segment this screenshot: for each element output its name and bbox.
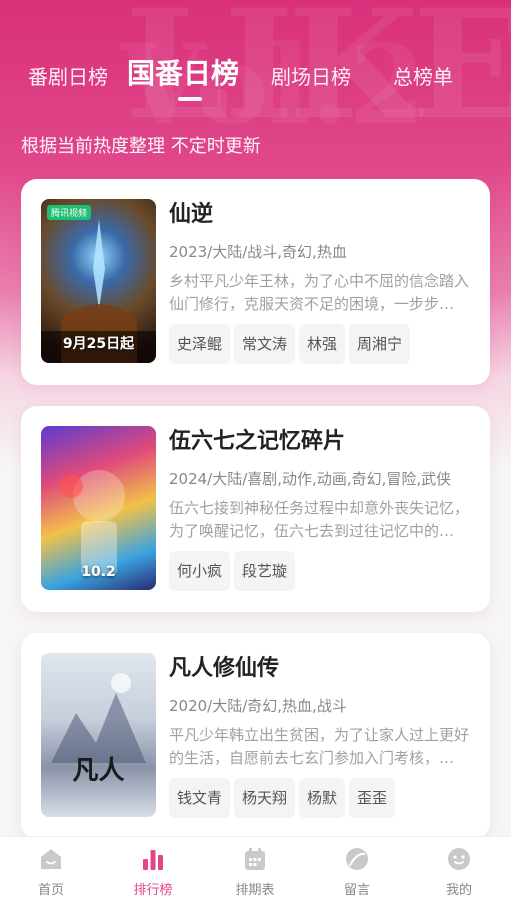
nav-label: 我的 (445, 883, 472, 898)
poster-badge: 腾讯视频 (47, 205, 92, 220)
cast-tag[interactable]: 钱文青 (169, 778, 231, 818)
anime-description: 伍六七接到神秘任务过程中却意外丧失记忆，为了唤醒记忆，伍六七去到过往记忆中的地方… (169, 499, 469, 540)
home-icon (41, 849, 61, 869)
nav-profile[interactable]: 我的 (419, 845, 499, 905)
poster-image: 腾讯视频 9月25日起 (41, 199, 156, 363)
anime-card[interactable]: 10.2 伍六七之记忆碎片 2024/大陆/喜剧,动作,动画,奇幻,冒险,武侠 … (21, 406, 490, 612)
nav-home[interactable]: 首页 (11, 845, 91, 905)
cast-tag[interactable]: 杨默 (299, 778, 346, 818)
tab-indicator (178, 97, 202, 101)
card-info: 仙逆 2023/大陆/战斗,奇幻,热血 乡村平凡少年王林，为了心中不屈的信念踏入… (169, 199, 469, 364)
cast-tag[interactable]: 常文涛 (234, 324, 296, 364)
ranking-icon (143, 850, 163, 870)
cast-tags: 史泽鲲 常文涛 林强 周湘宁 (169, 324, 469, 364)
calendar-icon (245, 848, 265, 870)
profile-icon (448, 848, 470, 870)
tab-theater-daily[interactable]: 剧场日榜 (271, 61, 351, 90)
anime-title[interactable]: 伍六七之记忆碎片 (169, 426, 469, 458)
cast-tag[interactable]: 林强 (299, 324, 346, 364)
bottom-navigation: 首页 排行榜 排期表 留言 我的 (0, 836, 511, 908)
anime-title[interactable]: 仙逆 (169, 199, 469, 231)
nav-label: 留言 (343, 883, 370, 898)
tab-overall[interactable]: 总榜单 (393, 61, 453, 90)
anime-title[interactable]: 凡人修仙传 (169, 653, 469, 685)
anime-meta: 2023/大陆/战斗,奇幻,热血 (169, 243, 347, 261)
cast-tag[interactable]: 何小疯 (169, 551, 231, 591)
nav-label: 首页 (37, 883, 64, 898)
nav-schedule[interactable]: 排期表 (215, 845, 295, 905)
poster-caption: 9月25日起 (62, 336, 135, 352)
tab-anime-daily[interactable]: 番剧日榜 (28, 61, 108, 90)
anime-meta: 2024/大陆/喜剧,动作,动画,奇幻,冒险,武侠 (169, 470, 452, 488)
nav-message[interactable]: 留言 (317, 845, 397, 905)
anime-description: 乡村平凡少年王林，为了心中不屈的信念踏入仙门修行，克服天资不足的困境，一步步走向… (169, 272, 469, 313)
poster-image: 凡人 (41, 653, 156, 817)
ranking-tabs: 番剧日榜 国番日榜 剧场日榜 总榜单 (0, 52, 511, 96)
anime-card[interactable]: 腾讯视频 9月25日起 仙逆 2023/大陆/战斗,奇幻,热血 乡村平凡少年王林… (21, 179, 490, 385)
anime-meta: 2020/大陆/奇幻,热血,战斗 (169, 697, 347, 715)
cast-tag[interactable]: 歪歪 (349, 778, 396, 818)
poster-caption: 凡人 (72, 756, 125, 786)
cast-tag[interactable]: 史泽鲲 (169, 324, 231, 364)
nav-ranking[interactable]: 排行榜 (113, 845, 193, 905)
anime-description: 平凡少年韩立出生贫困，为了让家人过上更好的生活，自愿前去七玄门参加入门考核，从此… (169, 726, 469, 767)
poster-art (51, 673, 146, 763)
card-info: 凡人修仙传 2020/大陆/奇幻,热血,战斗 平凡少年韩立出生贫困，为了让家人过… (169, 653, 469, 818)
message-icon (346, 848, 368, 870)
cast-tags: 钱文青 杨天翔 杨默 歪歪 (169, 778, 469, 818)
anime-card[interactable]: 凡人 凡人修仙传 2020/大陆/奇幻,热血,战斗 平凡少年韩立出生贫困，为了让… (21, 633, 490, 839)
cast-tag[interactable]: 周湘宁 (349, 324, 411, 364)
ranking-subtitle: 根据当前热度整理 不定时更新 (21, 136, 261, 157)
poster-image: 10.2 (41, 426, 156, 590)
nav-label: 排行榜 (133, 883, 173, 898)
cast-tag[interactable]: 杨天翔 (234, 778, 296, 818)
tab-domestic-daily[interactable]: 国番日榜 (127, 52, 239, 92)
cast-tag[interactable]: 段艺璇 (234, 551, 296, 591)
poster-caption: 10.2 (81, 564, 116, 580)
cast-tags: 何小疯 段艺璇 (169, 551, 469, 591)
card-info: 伍六七之记忆碎片 2024/大陆/喜剧,动作,动画,奇幻,冒险,武侠 伍六七接到… (169, 426, 469, 591)
nav-label: 排期表 (235, 883, 275, 898)
